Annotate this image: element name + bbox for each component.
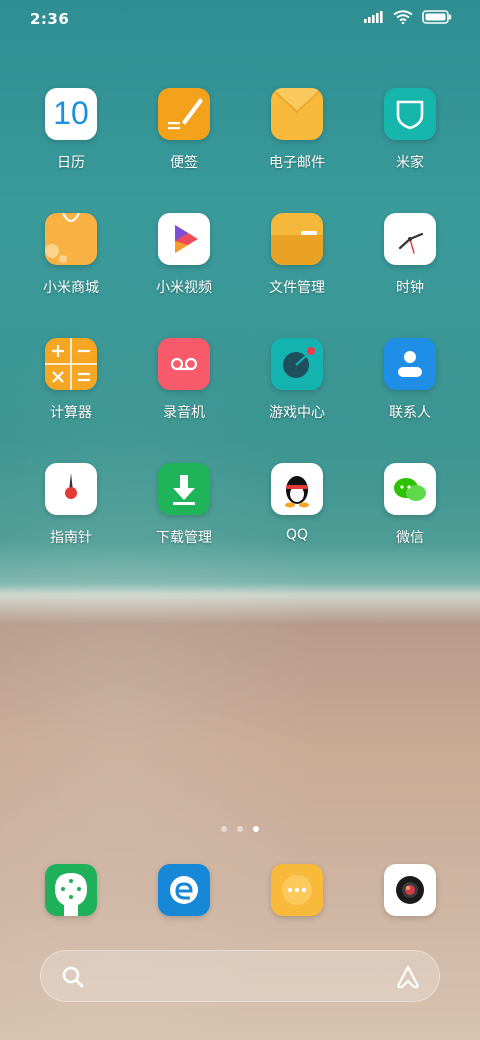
battery-icon bbox=[422, 10, 452, 24]
signal-icon bbox=[364, 11, 384, 23]
app-mall[interactable]: 小米商城 bbox=[15, 213, 127, 297]
app-label: 下载管理 bbox=[156, 530, 212, 546]
app-compass[interactable]: 指南针 bbox=[15, 463, 127, 547]
status-icons bbox=[364, 10, 452, 24]
app-calculator[interactable]: 计算器 bbox=[15, 338, 127, 422]
status-bar: 2:36 bbox=[0, 0, 480, 38]
mall-icon bbox=[45, 213, 97, 265]
mihome-icon bbox=[384, 88, 436, 140]
app-game-center[interactable]: 游戏中心 bbox=[241, 338, 353, 422]
app-label: 便签 bbox=[170, 155, 198, 171]
messages-icon[interactable] bbox=[271, 864, 323, 916]
app-label: 录音机 bbox=[163, 405, 205, 421]
app-mihome[interactable]: 米家 bbox=[354, 88, 466, 172]
app-label: 时钟 bbox=[396, 280, 424, 296]
game-center-icon bbox=[271, 338, 323, 390]
video-icon bbox=[158, 213, 210, 265]
status-time: 2:36 bbox=[30, 10, 70, 28]
page-indicator bbox=[0, 826, 480, 832]
qq-icon bbox=[271, 463, 323, 515]
app-qq[interactable]: QQ bbox=[241, 463, 353, 543]
calendar-date: 10 bbox=[53, 95, 89, 131]
contacts-icon bbox=[384, 338, 436, 390]
app-calendar[interactable]: 10 日历 bbox=[15, 88, 127, 172]
app-email[interactable]: 电子邮件 bbox=[241, 88, 353, 172]
folder-icon bbox=[271, 213, 323, 265]
app-files[interactable]: 文件管理 bbox=[241, 213, 353, 297]
app-label: 电子邮件 bbox=[269, 155, 325, 171]
app-label: 指南针 bbox=[50, 530, 92, 546]
app-label: 计算器 bbox=[50, 405, 92, 421]
app-label: 微信 bbox=[396, 530, 424, 546]
app-label: 小米视频 bbox=[156, 280, 212, 296]
clock-icon bbox=[384, 213, 436, 265]
page-dot[interactable] bbox=[237, 826, 243, 832]
app-label: QQ bbox=[285, 527, 309, 543]
browser-icon[interactable] bbox=[158, 864, 210, 916]
assistant-icon[interactable] bbox=[395, 965, 421, 989]
wifi-icon bbox=[393, 10, 413, 24]
app-clock[interactable]: 时钟 bbox=[354, 213, 466, 297]
page-dot-active[interactable] bbox=[253, 826, 259, 832]
app-label: 小米商城 bbox=[43, 280, 99, 296]
page-dot[interactable] bbox=[221, 826, 227, 832]
app-recorder[interactable]: 录音机 bbox=[128, 338, 240, 422]
notes-icon bbox=[158, 88, 210, 140]
compass-icon bbox=[45, 463, 97, 515]
camera-icon[interactable] bbox=[384, 864, 436, 916]
phone-icon[interactable] bbox=[45, 864, 97, 916]
download-icon bbox=[158, 463, 210, 515]
calendar-icon: 10 bbox=[45, 88, 97, 140]
app-label: 游戏中心 bbox=[269, 405, 325, 421]
email-icon bbox=[271, 88, 323, 140]
search-icon[interactable] bbox=[61, 965, 85, 989]
app-label: 文件管理 bbox=[269, 280, 325, 296]
app-notes[interactable]: 便签 bbox=[128, 88, 240, 172]
app-label: 日历 bbox=[57, 155, 85, 171]
search-bar[interactable] bbox=[40, 950, 440, 1002]
dock bbox=[0, 864, 480, 916]
app-wechat[interactable]: 微信 bbox=[354, 463, 466, 547]
app-video[interactable]: 小米视频 bbox=[128, 213, 240, 297]
recorder-icon bbox=[158, 338, 210, 390]
app-downloads[interactable]: 下载管理 bbox=[128, 463, 240, 547]
wechat-icon bbox=[384, 463, 436, 515]
app-contacts[interactable]: 联系人 bbox=[354, 338, 466, 422]
app-label: 联系人 bbox=[389, 405, 431, 421]
app-label: 米家 bbox=[396, 155, 424, 171]
calculator-icon bbox=[45, 338, 97, 390]
